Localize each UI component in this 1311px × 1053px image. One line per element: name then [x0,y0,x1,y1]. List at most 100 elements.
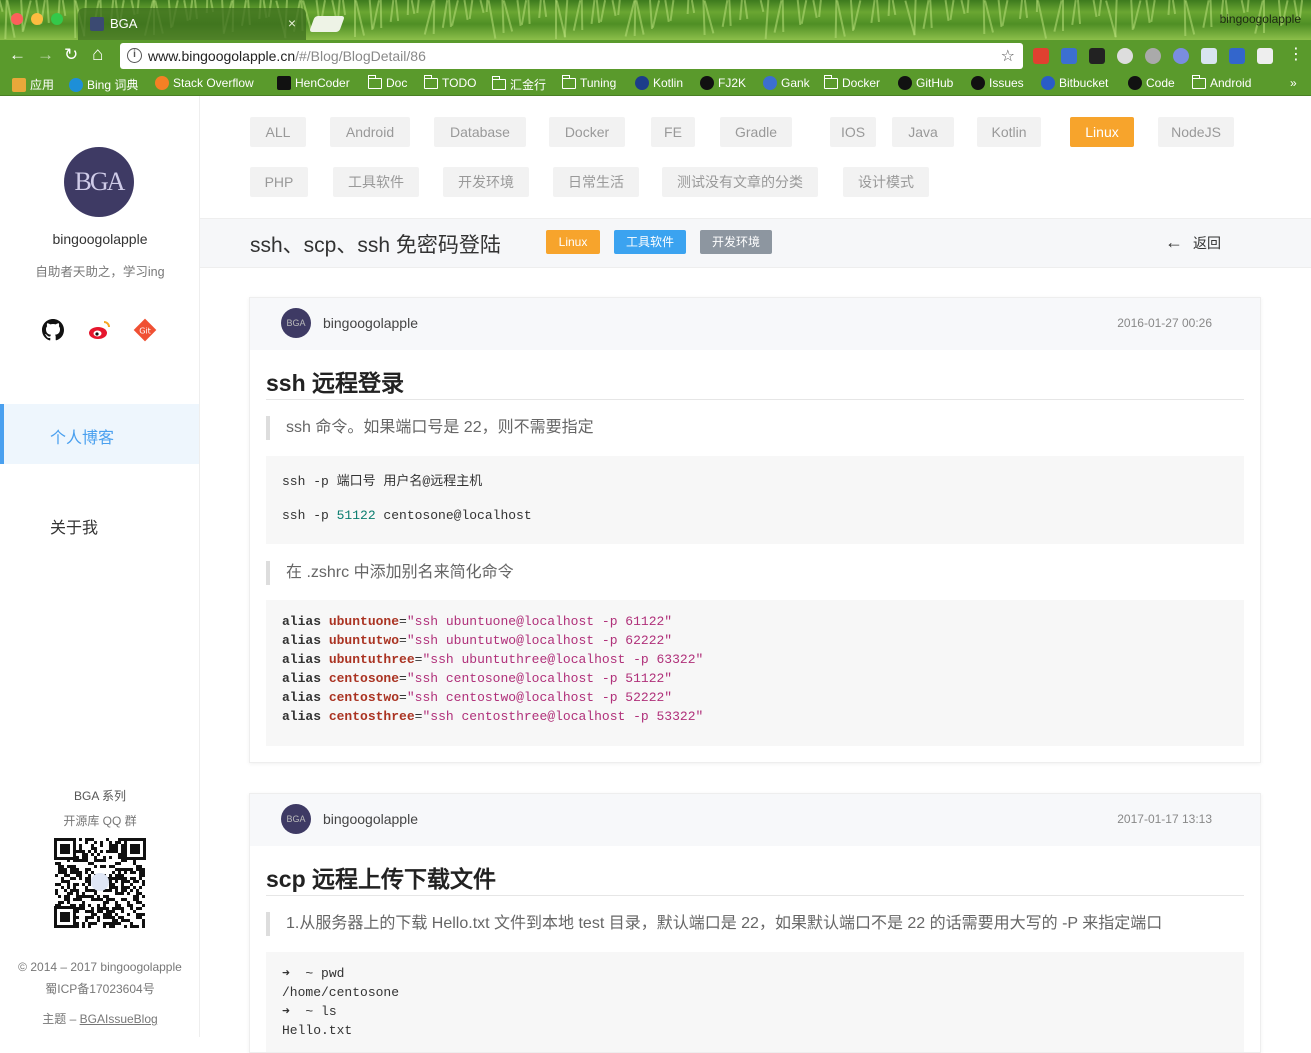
qr-module [64,880,67,883]
zoom-window-button[interactable] [51,13,63,25]
code-token: "ssh ubuntuthree@localhost -p 63322" [422,652,704,667]
tag-0[interactable]: ALL [250,117,306,147]
home-icon[interactable]: ⌂ [92,45,103,64]
forward-icon[interactable]: → [37,46,54,64]
close-tab-icon[interactable]: × [288,15,296,31]
url-text[interactable]: www.bingoogolapple.cn/#/Blog/BlogDetail/… [148,48,426,64]
reload-icon[interactable]: ↻ [64,46,78,64]
weibo-icon[interactable] [88,318,112,342]
bookmark-star-icon[interactable]: ☆ [1001,46,1015,66]
bookmark-10[interactable]: Gank [763,76,810,90]
bookmark-8[interactable]: Kotlin [635,76,683,90]
qr-module [76,922,79,925]
tag-4[interactable]: FE [651,117,695,147]
profile-name[interactable]: bingoogolapple [1220,12,1301,26]
github-icon[interactable] [41,318,65,342]
author-name[interactable]: bingoogolapple [323,811,418,827]
bookmark-6[interactable]: 汇金行 [492,76,546,93]
tag-13[interactable]: 开发环境 [443,167,529,197]
bookmark-9[interactable]: FJ2K [700,76,746,90]
tag-1[interactable]: Android [330,117,410,147]
grass-blade [520,0,528,25]
qr-module [127,880,130,883]
badge-devenv[interactable]: 开发环境 [700,230,772,254]
back-icon[interactable]: ← [9,46,26,64]
tag-15[interactable]: 测试没有文章的分类 [662,167,818,197]
qr-module [55,883,58,886]
tag-2[interactable]: Database [434,117,526,147]
qr-module [97,898,100,901]
bookmark-1[interactable]: Bing 词典 [69,76,138,93]
avatar[interactable]: BGA [281,308,311,338]
tag-5[interactable]: Gradle [720,117,792,147]
browser-menu-icon[interactable]: ⋮ [1288,46,1304,64]
grass-blade [1062,0,1064,31]
bookmark-15[interactable]: Code [1128,76,1175,90]
grass-blade [1092,0,1098,18]
extension-icon-6[interactable] [1173,48,1189,64]
qr-extension-icon[interactable] [1089,48,1105,64]
qr-module [64,898,67,901]
extension-icon-5[interactable] [1145,48,1161,64]
tag-14[interactable]: 日常生活 [553,167,639,197]
code-token: alias [282,652,322,667]
avatar[interactable]: BGA [64,147,134,217]
minimize-window-button[interactable] [31,13,43,25]
badge-linux[interactable]: Linux [546,230,600,254]
tag-9[interactable]: Linux [1070,117,1134,147]
qr-module [130,877,133,880]
bookmark-5[interactable]: TODO [424,74,476,90]
grass-blade [1071,0,1077,26]
tag-6[interactable]: IOS [830,117,876,147]
post-date: 2017-01-17 13:13 [1117,812,1212,826]
extension-icon-7[interactable] [1201,48,1217,64]
qr-module [88,916,91,919]
address-bar[interactable]: i www.bingoogolapple.cn/#/Blog/BlogDetai… [120,43,1023,69]
qr-module [112,925,115,928]
tag-12[interactable]: 工具软件 [333,167,419,197]
badge-tools[interactable]: 工具软件 [614,230,686,254]
qr-module [76,925,79,928]
qr-module [106,898,109,901]
back-button[interactable]: ← 返回 [1165,232,1221,253]
avatar[interactable]: BGA [281,804,311,834]
info-icon[interactable]: i [127,48,142,63]
bookmark-12[interactable]: GitHub [898,76,953,90]
qr-module [121,847,124,850]
theme-link[interactable]: BGAIssueBlog [80,1012,158,1026]
bookmark-16[interactable]: Android [1192,74,1251,90]
tag-3[interactable]: Docker [549,117,625,147]
tag-11[interactable]: PHP [250,167,308,197]
browser-tab[interactable]: BGA × [78,8,306,40]
bookmark-label: GitHub [916,76,954,90]
bookmark-14[interactable]: Bitbucket [1041,76,1108,90]
nav-personal-blog[interactable]: 个人博客 [0,404,199,464]
extension-icon-9[interactable] [1257,48,1273,64]
tag-10[interactable]: NodeJS [1158,117,1234,147]
tag-8[interactable]: Kotlin [977,117,1041,147]
grass-blade [836,0,846,37]
tag-16[interactable]: 设计模式 [843,167,929,197]
bookmark-3[interactable]: HenCoder [277,76,350,90]
bookmark-7[interactable]: Tuning [562,74,616,90]
bookmark-13[interactable]: Issues [971,76,1024,90]
bookmarks-more-icon[interactable]: » [1290,76,1297,90]
extension-icon-4[interactable] [1117,48,1133,64]
bookmark-4[interactable]: Doc [368,74,407,90]
tag-7[interactable]: Java [892,117,954,147]
nav-about-me[interactable]: 关于我 [0,504,199,544]
code-line: alias centosthree="ssh centosthree@local… [282,709,1228,728]
icp-text[interactable]: 蜀ICP备17023604号 [0,980,200,997]
author-name[interactable]: bingoogolapple [323,315,418,331]
git-osc-icon[interactable]: Git [133,318,157,342]
extension-icon-8[interactable] [1229,48,1245,64]
close-window-button[interactable] [11,13,23,25]
bookmark-2[interactable]: Stack Overflow [155,76,254,90]
extension-icon-2[interactable] [1061,48,1077,64]
grass-blade [1076,0,1082,25]
extension-icon-1[interactable] [1033,48,1049,64]
bookmark-11[interactable]: Docker [824,74,880,90]
bookmark-0[interactable]: 应用 [12,76,54,93]
new-tab-button[interactable] [309,16,345,32]
